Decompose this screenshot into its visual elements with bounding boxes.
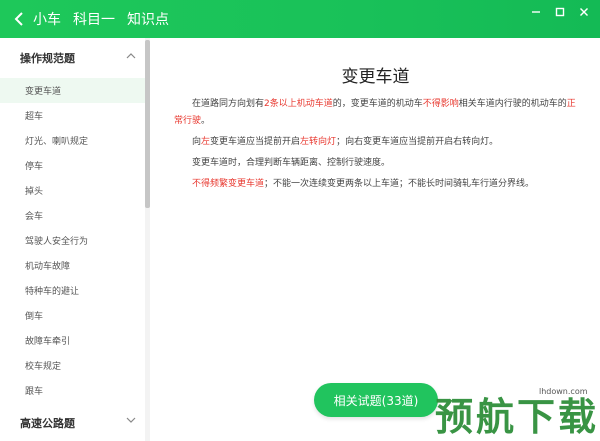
back-button[interactable] — [9, 9, 29, 29]
paragraph-1: 在道路同方向划有2条以上机动车道的，变更车道的机动车不得影响相关车道内行驶的机动… — [174, 96, 584, 130]
sidebar-group-label: 操作规范题 — [20, 52, 75, 65]
sidebar-item-school-bus[interactable]: 校车规定 — [0, 353, 145, 378]
sidebar-item-label: 变更车道 — [25, 87, 62, 97]
sidebar-item-label: 跟车 — [25, 387, 44, 397]
sidebar-item-lights-horn[interactable]: 灯光、喇叭规定 — [0, 128, 145, 153]
content-panel: 变更车道 在道路同方向划有2条以上机动车道的，变更车道的机动车不得影响相关车道内… — [151, 38, 600, 441]
text: ；向右变更车道应当提前开启右转向灯。 — [336, 137, 499, 147]
related-questions-button[interactable]: 相关试题(33道) — [314, 383, 438, 417]
minimize-button[interactable] — [526, 4, 546, 20]
sidebar-item-label: 特种车的避让 — [25, 287, 80, 297]
sidebar-item-driver-safety[interactable]: 驾驶人安全行为 — [0, 228, 145, 253]
watermark-url: lhdown.com — [537, 387, 590, 396]
sidebar-item-label: 超车 — [25, 112, 44, 122]
text: 相关车道内行驶的机动车的 — [458, 99, 567, 109]
paragraph-3: 变更车道时，合理判断车辆距离、控制行驶速度。 — [192, 158, 391, 168]
highlight-text: 左 — [201, 137, 211, 147]
highlight-text: 不得影响 — [422, 99, 459, 109]
sidebar-item-overtake[interactable]: 超车 — [0, 103, 145, 128]
minimize-icon — [532, 11, 540, 13]
text: ；不能一次连续变更两条以上车道；不能长时间骑轧车行道分界线。 — [264, 179, 535, 189]
highlight-text: 2条以上机动车道 — [264, 99, 333, 109]
sidebar-group-label: 高速公路题 — [20, 417, 75, 430]
breadcrumb-knowledge[interactable]: 知识点 — [127, 9, 169, 29]
sidebar-item-meeting[interactable]: 会车 — [0, 203, 145, 228]
sidebar-item-label: 故障车牵引 — [25, 337, 71, 347]
sidebar-group-operation[interactable]: 操作规范题 — [0, 38, 145, 78]
sidebar-item-label: 掉头 — [25, 187, 44, 197]
sidebar-item-label: 停车 — [25, 162, 44, 172]
text: 。 — [201, 116, 211, 126]
sidebar-item-parking[interactable]: 停车 — [0, 153, 145, 178]
sidebar-item-label: 机动车故障 — [25, 262, 71, 272]
close-button[interactable] — [574, 4, 594, 20]
maximize-icon — [555, 7, 565, 17]
sidebar-item-label: 倒车 — [25, 312, 44, 322]
sidebar-item-label: 灯光、喇叭规定 — [25, 137, 89, 147]
paragraph-4: 不得频繁变更车道；不能一次连续变更两条以上车道；不能长时间骑轧车行道分界线。 — [174, 176, 584, 193]
sidebar-item-special-vehicle[interactable]: 特种车的避让 — [0, 278, 145, 303]
title-bar: 小车 科目一 知识点 — [0, 0, 600, 38]
sidebar-item-towing[interactable]: 故障车牵引 — [0, 328, 145, 353]
text: 在道路同方向划有 — [192, 99, 265, 109]
chevron-down-icon — [126, 417, 136, 423]
paragraph-2: 向左变更车道应当提前开启左转向灯；向右变更车道应当提前开启右转向灯。 — [174, 134, 584, 151]
page-title: 变更车道 — [341, 67, 410, 87]
sidebar-item-reversing[interactable]: 倒车 — [0, 303, 145, 328]
close-icon — [580, 8, 588, 16]
breadcrumb-subject[interactable]: 科目一 — [73, 9, 115, 29]
sidebar-item-vehicle-fault[interactable]: 机动车故障 — [0, 253, 145, 278]
sidebar-item-u-turn[interactable]: 掉头 — [0, 178, 145, 203]
sidebar-group-highway[interactable]: 高速公路题 — [0, 403, 145, 441]
text: 变更车道应当提前开启 — [210, 137, 301, 147]
scrollbar-thumb[interactable] — [145, 40, 150, 208]
text: 向 — [192, 137, 202, 147]
sidebar-scrollbar[interactable] — [145, 38, 150, 441]
highlight-text: 不得频繁变更车道 — [192, 179, 265, 189]
text: 的，变更车道的机动车 — [332, 99, 423, 109]
sidebar-item-following[interactable]: 跟车 — [0, 378, 145, 403]
maximize-button[interactable] — [550, 4, 570, 20]
sidebar-item-label: 会车 — [25, 212, 44, 222]
sidebar-item-label: 驾驶人安全行为 — [25, 237, 89, 247]
chevron-up-icon — [126, 53, 136, 59]
watermark: 预航下载 lhdown.com — [429, 382, 600, 441]
highlight-text: 左转向灯 — [300, 137, 337, 147]
sidebar-item-label: 校车规定 — [25, 362, 62, 372]
breadcrumb-vehicle[interactable]: 小车 — [33, 9, 61, 29]
chevron-left-icon — [14, 12, 23, 26]
sidebar-item-change-lane[interactable]: 变更车道 — [0, 78, 145, 103]
sidebar: 操作规范题 变更车道 超车 灯光、喇叭规定 停车 掉头 会车 驾驶人安全行为 机… — [0, 38, 150, 441]
